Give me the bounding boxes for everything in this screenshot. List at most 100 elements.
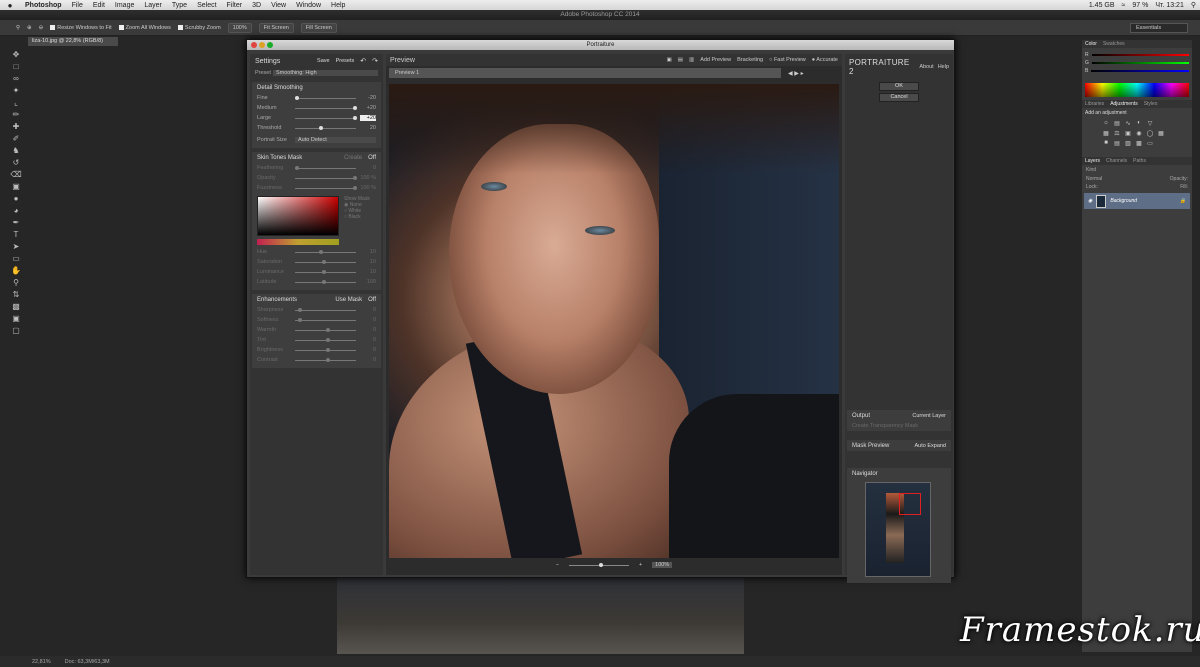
doc-size[interactable]: Doc: 63,3M/63,3M [65, 659, 110, 665]
bracketing-button[interactable]: Bracketing [737, 57, 763, 63]
menu-app[interactable]: Photoshop [20, 2, 67, 9]
auto-expand-checkbox[interactable]: Auto Expand [915, 443, 947, 449]
tab-adjustments[interactable]: Adjustments [1110, 100, 1138, 108]
use-mask-checkbox[interactable]: Use Mask [335, 297, 362, 303]
redo-icon[interactable]: ↷ [372, 57, 378, 65]
threshold-icon[interactable]: ▧ [1124, 140, 1132, 147]
hue-value[interactable]: 10 [360, 249, 376, 255]
selective-color-icon[interactable]: ▩ [1135, 140, 1143, 147]
document-tab[interactable]: liza-10.jpg @ 22,8% (RGB/8) [28, 37, 118, 46]
hue-strip[interactable] [257, 239, 339, 245]
help-button[interactable]: Help [938, 64, 949, 70]
threshold-slider[interactable]: Threshold 20 [252, 123, 381, 133]
zoom-select[interactable]: 100% [652, 562, 673, 568]
channel-mixer-icon[interactable]: ◯ [1146, 130, 1154, 137]
softness-slider[interactable]: Softness 0 [252, 315, 381, 325]
zoom-slider[interactable] [568, 562, 629, 567]
crop-tool-icon[interactable]: ⌞ [8, 96, 24, 108]
luminance-value[interactable]: 10 [360, 269, 376, 275]
levels-icon[interactable]: ▤ [1113, 120, 1121, 127]
split-h-icon[interactable]: ▤ [678, 57, 683, 63]
brightness-slider[interactable]: Brightness 0 [252, 345, 381, 355]
tab-nav-icon[interactable]: ◀ ▶ ▸ [788, 70, 804, 77]
zoom-level[interactable]: 22,81% [32, 659, 51, 665]
opacity-slider[interactable]: Opacity 100 % [252, 173, 381, 183]
hand-tool-icon[interactable]: ✋ [8, 264, 24, 276]
fuzziness-value[interactable]: 100 % [360, 185, 376, 191]
zoom-all-checkbox[interactable]: Zoom All Windows [119, 25, 171, 31]
threshold-value[interactable]: 20 [360, 125, 376, 131]
blend-mode[interactable]: Normal [1086, 176, 1102, 182]
apple-icon[interactable]: ● [0, 1, 20, 10]
tab-layers[interactable]: Layers [1085, 157, 1100, 165]
move-tool-icon[interactable]: ✥ [8, 48, 24, 60]
lasso-tool-icon[interactable]: ∞ [8, 72, 24, 84]
feathering-slider[interactable]: Feathering 0 [252, 163, 381, 173]
tint-value[interactable]: 0 [360, 337, 376, 343]
brightness-value[interactable]: 0 [360, 347, 376, 353]
tab-paths[interactable]: Paths [1133, 157, 1146, 165]
fill-screen-button[interactable]: Fill Screen [300, 22, 337, 33]
scrubby-zoom-checkbox[interactable]: Scrubby Zoom [178, 25, 221, 31]
zoom-out-icon[interactable]: ⊖ [39, 25, 44, 31]
fuzziness-slider[interactable]: Fuzziness 100 % [252, 183, 381, 193]
bw-icon[interactable]: ▣ [1124, 130, 1132, 137]
vibrance-icon[interactable]: ▽ [1146, 120, 1154, 127]
menu-3d[interactable]: 3D [247, 2, 266, 9]
contrast-slider[interactable]: Contrast 0 [252, 355, 381, 365]
search-icon[interactable]: ⚲ [1191, 1, 1196, 9]
about-button[interactable]: About [919, 64, 933, 70]
zoom-tool2-icon[interactable]: ⚲ [8, 276, 24, 288]
path-select-icon[interactable]: ➤ [8, 240, 24, 252]
tab-libraries[interactable]: Libraries [1085, 100, 1104, 108]
eye-icon[interactable]: ◉ [1088, 198, 1092, 204]
blur-tool-icon[interactable]: ● [8, 192, 24, 204]
menu-window[interactable]: Window [291, 2, 326, 9]
hue-sat-icon[interactable]: ▦ [1102, 130, 1110, 137]
medium-value[interactable]: +20 [360, 105, 376, 111]
tab-swatches[interactable]: Swatches [1103, 40, 1125, 48]
sharpness-slider[interactable]: Sharpness 0 [252, 305, 381, 315]
color-balance-icon[interactable]: ⚖ [1113, 130, 1121, 137]
navigator-viewport[interactable] [899, 493, 921, 515]
layer-filter[interactable]: Kind [1082, 165, 1192, 175]
fine-value[interactable]: -20 [360, 95, 376, 101]
medium-slider[interactable]: Medium +20 [252, 103, 381, 113]
gradient-tool-icon[interactable]: ▣ [8, 180, 24, 192]
photo-filter-icon[interactable]: ◉ [1135, 130, 1143, 137]
feathering-value[interactable]: 0 [360, 165, 376, 171]
menu-filter[interactable]: Filter [222, 2, 248, 9]
saturation-value[interactable]: 10 [360, 259, 376, 265]
brightness-icon[interactable]: ☼ [1102, 120, 1110, 127]
hue-slider[interactable]: Hue 10 [252, 247, 381, 257]
luminance-slider[interactable]: Luminance 10 [252, 267, 381, 277]
menu-layer[interactable]: Layer [139, 2, 167, 9]
warmth-value[interactable]: 0 [360, 327, 376, 333]
layer-row[interactable]: ◉ Background 🔒 [1084, 193, 1190, 209]
menu-edit[interactable]: Edit [88, 2, 110, 9]
presets-button[interactable]: Presets [336, 58, 355, 64]
softness-value[interactable]: 0 [360, 317, 376, 323]
zoom-100-button[interactable]: 100% [227, 22, 252, 33]
curves-icon[interactable]: ∿ [1124, 120, 1132, 127]
opacity-value[interactable]: 100 % [360, 175, 376, 181]
gradient-map-icon[interactable]: ▭ [1146, 140, 1154, 147]
undo-icon[interactable]: ↶ [360, 57, 366, 65]
skin-color-picker[interactable] [257, 196, 339, 236]
stamp-tool-icon[interactable]: ♞ [8, 144, 24, 156]
color-g-slider[interactable]: G [1082, 59, 1192, 67]
tab-styles[interactable]: Styles [1144, 100, 1158, 108]
fine-slider[interactable]: Fine -20 [252, 93, 381, 103]
menu-select[interactable]: Select [192, 2, 221, 9]
invert-icon[interactable]: ■ [1102, 140, 1110, 147]
menu-help[interactable]: Help [326, 2, 350, 9]
ok-button[interactable]: OK [879, 82, 919, 91]
single-view-icon[interactable]: ▣ [667, 57, 672, 63]
zoom-out-button[interactable]: − [556, 562, 559, 568]
sharpness-value[interactable]: 0 [360, 307, 376, 313]
layer-name[interactable]: Background [1110, 198, 1137, 204]
zoom-icon[interactable] [267, 42, 273, 48]
lookup-icon[interactable]: ▦ [1157, 130, 1165, 137]
accurate-radio[interactable]: ● Accurate [812, 57, 838, 63]
wifi-icon[interactable]: ≈ [1122, 2, 1126, 9]
